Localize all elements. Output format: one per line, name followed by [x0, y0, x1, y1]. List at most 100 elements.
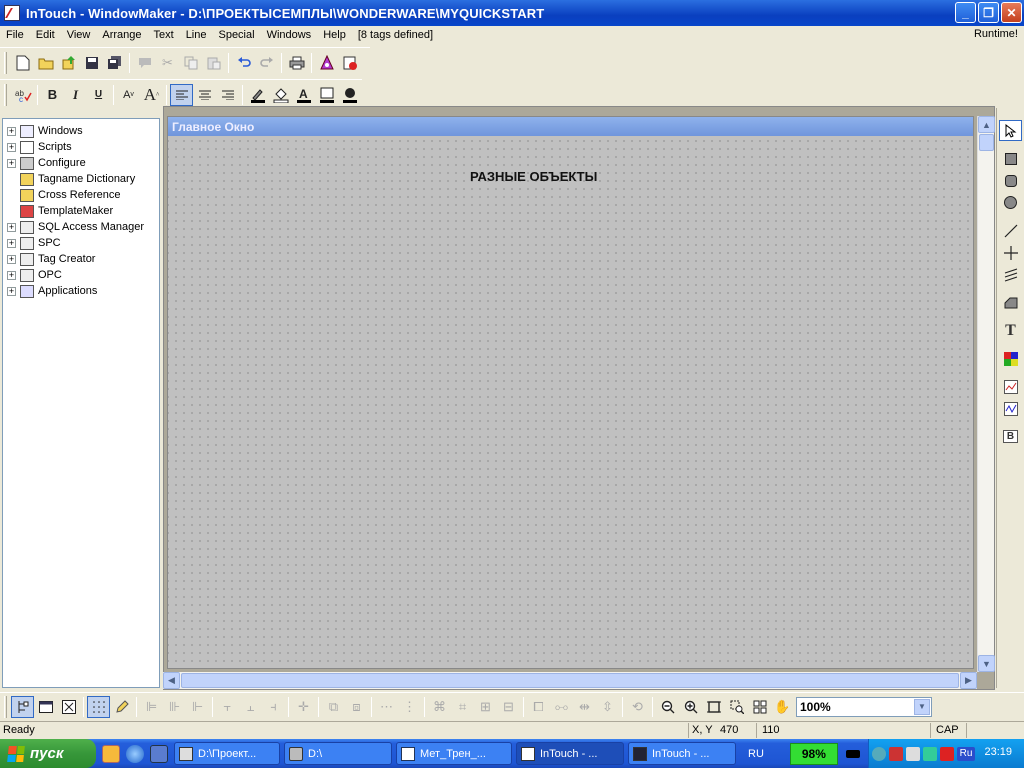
menu-arrange[interactable]: Arrange [96, 29, 147, 41]
zoom-level-select[interactable]: 100% ▼ [796, 696, 932, 717]
copy-format-icon[interactable]: ⧟ [550, 696, 573, 718]
cut-icon[interactable]: ✂ [156, 52, 179, 74]
tray-language-indicator[interactable]: Ru [957, 746, 975, 761]
grid-toggle-icon[interactable] [87, 695, 110, 718]
toolbar-grip[interactable] [4, 695, 7, 718]
comment-icon[interactable] [133, 52, 156, 74]
scroll-left-icon[interactable]: ◀ [163, 672, 180, 689]
scroll-down-icon[interactable]: ▼ [978, 655, 995, 672]
expand-icon[interactable]: + [7, 126, 16, 136]
tree-view-toggle-icon[interactable] [11, 695, 34, 718]
tree-item[interactable]: + Scripts [7, 139, 72, 155]
full-screen-icon[interactable] [34, 696, 57, 718]
menu-file[interactable]: File [0, 29, 30, 41]
polygon-tool-icon[interactable] [999, 292, 1022, 313]
runtime-menu[interactable]: Runtime! [974, 28, 1018, 40]
text-color-icon[interactable]: A [292, 84, 315, 106]
align-bottom-objects-icon[interactable]: ⫞ [262, 696, 285, 718]
zoom-fit-icon[interactable] [702, 696, 725, 718]
quicklaunch-clock-icon[interactable] [102, 744, 120, 763]
vertical-scrollbar[interactable]: ▲ ▼ [977, 116, 995, 672]
space-vertical-icon[interactable]: ⋮ [398, 696, 421, 718]
battery-indicator[interactable]: 98% [789, 742, 838, 765]
tree-item[interactable]: + Configure [7, 155, 86, 171]
bold-button[interactable]: B [41, 84, 64, 106]
make-symbol-icon[interactable]: ⊞ [474, 696, 497, 718]
toolbar-grip[interactable] [4, 51, 7, 74]
toolbar-grip[interactable] [4, 83, 7, 106]
canvas-text-object[interactable]: РАЗНЫЕ ОБЪЕКТЫ [470, 169, 597, 184]
send-to-back-icon[interactable]: ⧈ [345, 696, 368, 718]
align-centers-icon[interactable]: ✛ [292, 696, 315, 718]
align-left-icon[interactable] [170, 83, 193, 106]
menu-help[interactable]: Help [317, 29, 352, 41]
horizontal-scrollbar[interactable]: ◀ ▶ [163, 672, 977, 689]
tree-item[interactable]: + OPC [7, 267, 62, 283]
tree-item[interactable]: + SQL Access Manager [7, 219, 144, 235]
tree-item[interactable]: Tagname Dictionary [7, 171, 135, 187]
rectangle-tool-icon[interactable] [999, 148, 1022, 169]
expand-icon[interactable]: + [7, 142, 16, 152]
expand-icon[interactable]: + [7, 270, 16, 280]
canvas-window[interactable]: Главное Окно РАЗНЫЕ ОБЪЕКТЫ [167, 116, 974, 669]
open-folder-icon[interactable] [34, 52, 57, 74]
zoom-selection-icon[interactable] [725, 696, 748, 718]
chevron-down-icon[interactable]: ▼ [914, 698, 930, 715]
fill-color-icon[interactable] [269, 84, 292, 106]
redo-icon[interactable] [255, 52, 278, 74]
align-center-icon[interactable] [193, 84, 216, 106]
task-intouch-application[interactable]: InTouch - ... [628, 742, 736, 765]
line-tool-icon[interactable] [999, 220, 1022, 241]
expand-icon[interactable]: + [7, 158, 16, 168]
paste-icon[interactable] [202, 52, 225, 74]
maximize-button[interactable]: ❐ [978, 2, 999, 23]
spellcheck-icon[interactable]: ab c [11, 84, 34, 106]
ellipse-tool-icon[interactable] [999, 192, 1022, 213]
break-cell-icon[interactable]: ⌗ [451, 696, 474, 718]
task-explorer-projects[interactable]: D:\Проект... [174, 742, 280, 765]
space-horizontal-icon[interactable]: ⋯ [375, 696, 398, 718]
tray-sync-icon[interactable] [923, 746, 937, 761]
tray-network-icon[interactable] [889, 746, 903, 761]
align-center-objects-icon[interactable]: ⊪ [163, 696, 186, 718]
close-button[interactable]: ✕ [1001, 2, 1022, 23]
vertical-scroll-thumb[interactable] [979, 134, 994, 151]
break-symbol-icon[interactable]: ⊟ [497, 696, 520, 718]
zoom-out-icon[interactable] [656, 696, 679, 718]
print-icon[interactable] [285, 52, 308, 74]
menu-text[interactable]: Text [148, 29, 180, 41]
start-button[interactable]: пуск [0, 739, 96, 768]
flip-vertical-icon[interactable]: ⇳ [596, 696, 619, 718]
menu-line[interactable]: Line [180, 29, 213, 41]
rounded-rectangle-tool-icon[interactable] [999, 170, 1022, 191]
quickfunction-icon[interactable] [338, 52, 361, 74]
transparent-color-icon[interactable] [338, 84, 361, 106]
align-right-icon[interactable] [216, 84, 239, 106]
menu-edit[interactable]: Edit [30, 29, 61, 41]
task-explorer-drive[interactable]: D:\ [284, 742, 392, 765]
rotate-icon[interactable]: ⟲ [626, 696, 649, 718]
tree-item[interactable]: + Tag Creator [7, 251, 95, 267]
bring-to-front-icon[interactable]: ⧉ [322, 696, 345, 718]
zoom-in-icon[interactable] [679, 696, 702, 718]
expand-icon[interactable]: + [7, 238, 16, 248]
canvas-window-title[interactable]: Главное Окно [168, 117, 973, 136]
menu-special[interactable]: Special [212, 29, 260, 41]
select-pointer-icon[interactable] [999, 120, 1022, 141]
align-top-objects-icon[interactable]: ⫟ [216, 696, 239, 718]
save-icon[interactable] [80, 52, 103, 74]
tree-item[interactable]: + Applications [7, 283, 97, 299]
align-right-objects-icon[interactable]: ⊩ [186, 696, 209, 718]
align-middle-objects-icon[interactable]: ⫠ [239, 696, 262, 718]
tray-back-icon[interactable] [872, 746, 886, 761]
historical-trend-tool-icon[interactable] [999, 398, 1022, 419]
intouch-app-icon[interactable] [4, 5, 20, 21]
realtime-trend-tool-icon[interactable] [999, 376, 1022, 397]
language-indicator[interactable]: RU [748, 748, 764, 760]
fit-window-icon[interactable] [57, 696, 80, 718]
make-cell-icon[interactable]: ⌘ [428, 696, 451, 718]
underline-button[interactable]: U [87, 84, 110, 106]
pencil-icon[interactable] [110, 696, 133, 718]
expand-icon[interactable]: + [7, 286, 16, 296]
horizontal-scroll-thumb[interactable] [181, 673, 959, 688]
